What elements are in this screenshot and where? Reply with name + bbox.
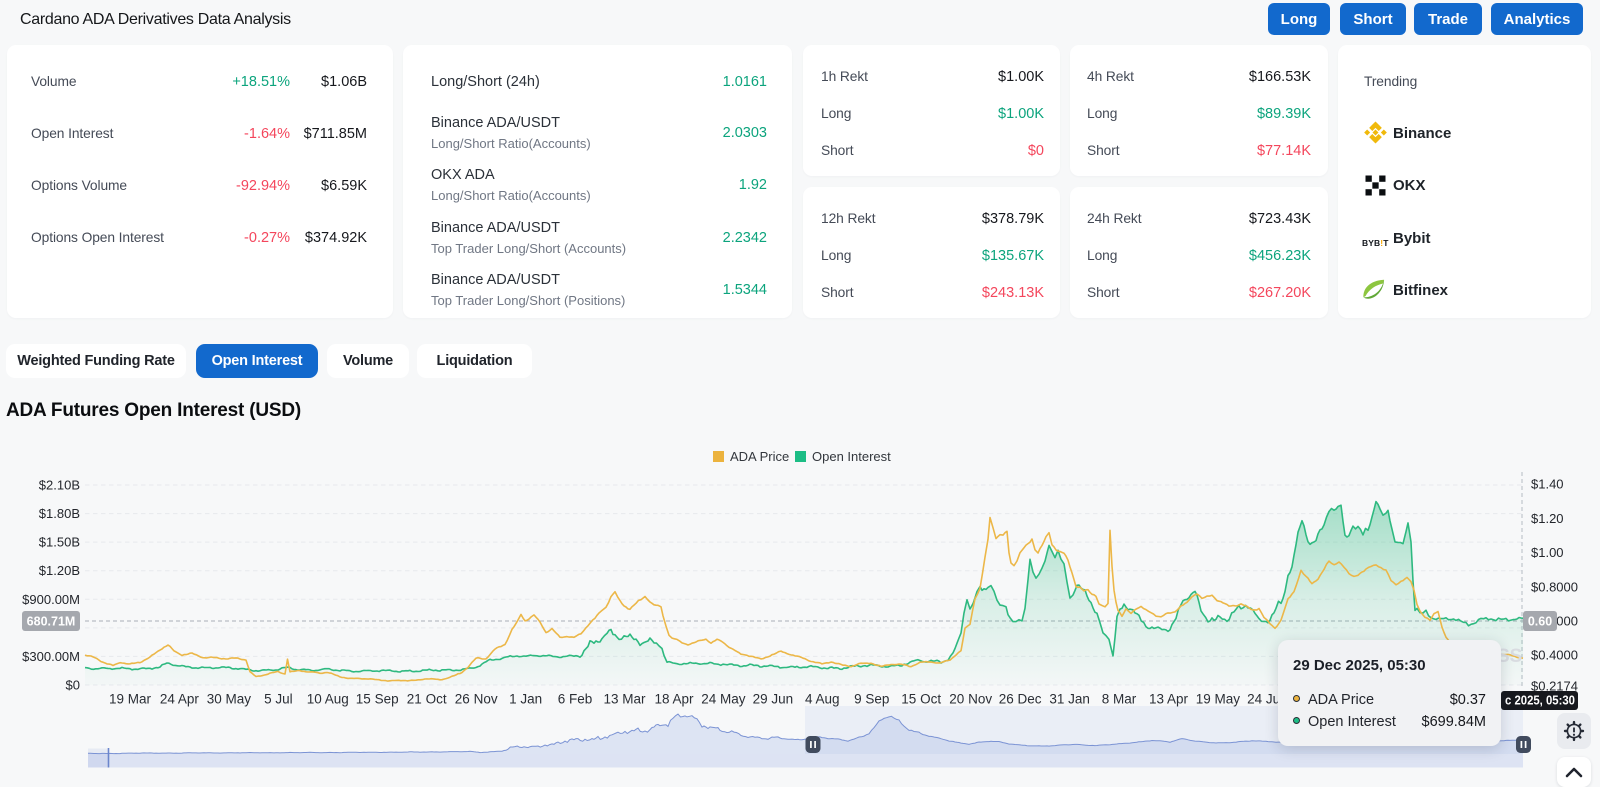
svg-text:$1.40: $1.40	[1531, 477, 1564, 492]
svg-text:19 Mar: 19 Mar	[109, 692, 152, 707]
svg-text:$1.20: $1.20	[1531, 511, 1564, 526]
svg-text:$1.80B: $1.80B	[39, 506, 80, 521]
svg-text:13 Apr: 13 Apr	[1149, 692, 1189, 707]
svg-text:31 Jan: 31 Jan	[1049, 692, 1090, 707]
svg-text:26 Nov: 26 Nov	[455, 692, 498, 707]
svg-text:4 Aug: 4 Aug	[805, 692, 840, 707]
svg-text:5 Jul: 5 Jul	[264, 692, 293, 707]
svg-text:1 Jan: 1 Jan	[509, 692, 542, 707]
svg-text:15 Oct: 15 Oct	[901, 692, 941, 707]
svg-text:26 Dec: 26 Dec	[999, 692, 1042, 707]
svg-text:$900.00M: $900.00M	[22, 592, 80, 607]
svg-text:21 Oct: 21 Oct	[407, 692, 447, 707]
svg-text:15 Sep: 15 Sep	[356, 692, 399, 707]
svg-text:$2.10B: $2.10B	[39, 478, 80, 493]
svg-text:c 2025, 05:30: c 2025, 05:30	[1505, 694, 1575, 708]
svg-text:$0: $0	[66, 678, 80, 693]
svg-text:$1.00: $1.00	[1531, 545, 1564, 560]
svg-text:$0.4000: $0.4000	[1531, 648, 1578, 663]
svg-text:30 May: 30 May	[207, 692, 252, 707]
svg-text:9 Sep: 9 Sep	[854, 692, 889, 707]
svg-text:$1.50B: $1.50B	[39, 535, 80, 550]
svg-text:8 Mar: 8 Mar	[1102, 692, 1137, 707]
svg-text:10 Aug: 10 Aug	[307, 692, 349, 707]
svg-text:13 Mar: 13 Mar	[603, 692, 646, 707]
svg-text:680.71M: 680.71M	[27, 615, 76, 629]
svg-text:6 Feb: 6 Feb	[558, 692, 593, 707]
svg-text:$1.20B: $1.20B	[39, 563, 80, 578]
svg-text:19 May: 19 May	[1196, 692, 1241, 707]
svg-text:29 Jun: 29 Jun	[753, 692, 794, 707]
svg-text:18 Apr: 18 Apr	[654, 692, 694, 707]
svg-text:20 Nov: 20 Nov	[949, 692, 992, 707]
svg-text:0.60: 0.60	[1528, 615, 1552, 629]
svg-text:24 Apr: 24 Apr	[160, 692, 200, 707]
svg-text:24 May: 24 May	[701, 692, 746, 707]
svg-text:$0.8000: $0.8000	[1531, 579, 1578, 594]
svg-text:$300.00M: $300.00M	[22, 649, 80, 664]
